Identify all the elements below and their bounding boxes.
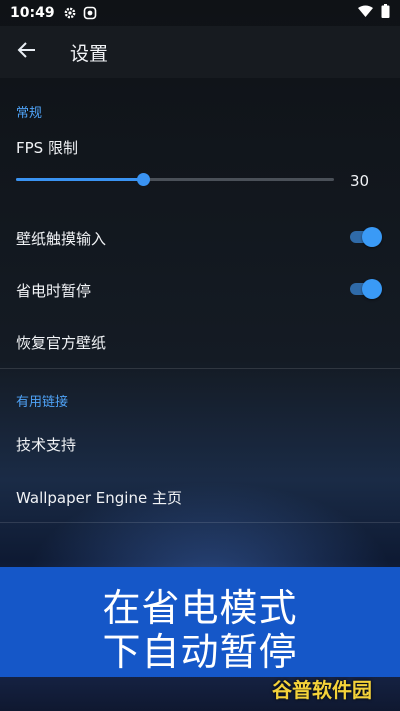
section-header-general: 常规 (16, 106, 43, 121)
status-time: 10:49 (10, 5, 55, 21)
divider (0, 522, 400, 523)
site-watermark: 谷普软件园 (272, 677, 372, 702)
wallpaper-engine-homepage-link[interactable]: Wallpaper Engine 主页 (16, 487, 182, 508)
page-title: 设置 (70, 42, 109, 65)
slider-thumb[interactable] (137, 173, 150, 186)
back-button[interactable] (14, 39, 40, 65)
banner-line-2: 下自动暂停 (102, 630, 298, 674)
battery-saver-pause-label: 省电时暂停 (16, 282, 92, 300)
restore-official-wallpaper-item[interactable]: 恢复官方壁纸 (16, 332, 106, 353)
screen-record-icon (83, 6, 97, 20)
divider (0, 368, 400, 369)
tech-support-link[interactable]: 技术支持 (16, 434, 76, 455)
section-header-links: 有用链接 (16, 395, 69, 410)
arrow-left-icon (17, 40, 37, 64)
gear-icon (63, 6, 77, 20)
fps-limit-value: 30 (350, 172, 370, 190)
fps-limit-slider[interactable] (16, 172, 334, 188)
battery-icon (381, 4, 390, 22)
status-bar: 10:49 (0, 0, 400, 26)
fps-limit-label: FPS 限制 (16, 139, 78, 157)
touch-input-toggle[interactable] (350, 227, 382, 247)
battery-saver-pause-toggle[interactable] (350, 279, 382, 299)
wifi-icon (358, 5, 373, 21)
slider-fill (16, 178, 143, 181)
app-bar: 设置 (0, 26, 400, 78)
touch-input-label: 壁纸触摸输入 (16, 230, 107, 248)
promo-banner: 在省电模式 下自动暂停 (0, 567, 400, 677)
